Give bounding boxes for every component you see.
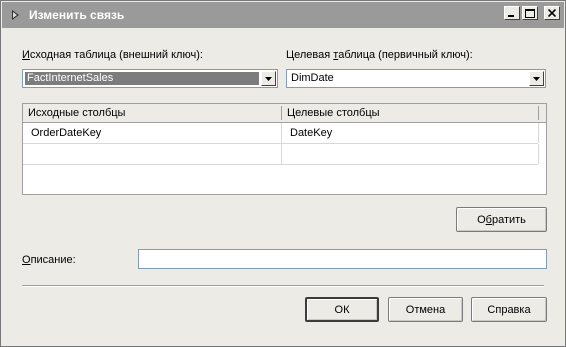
source-table-label: Исходная таблица (внешний ключ):	[22, 49, 203, 61]
reverse-button[interactable]: Об ратить	[456, 207, 547, 232]
target-table-combo[interactable]: DimDate	[286, 69, 546, 88]
source-column-cell[interactable]: OrderDateKey	[23, 123, 281, 143]
target-table-value: DimDate	[291, 72, 334, 84]
close-icon	[548, 9, 556, 17]
divider	[22, 285, 544, 287]
relationship-icon	[9, 8, 23, 22]
description-input[interactable]	[138, 249, 547, 269]
maximize-icon	[525, 8, 535, 18]
minimize-icon	[508, 15, 514, 17]
column-header-target[interactable]: Целевые столбцы	[282, 104, 538, 122]
minimize-button[interactable]	[504, 6, 520, 20]
cancel-button[interactable]: Отмена	[388, 297, 463, 322]
source-label-accesskey: И	[22, 49, 30, 61]
source-column-cell[interactable]	[23, 144, 281, 164]
target-label-pre: Целевая	[286, 49, 334, 61]
title-bar[interactable]: Изменить связь	[2, 2, 564, 28]
description-label: Описание:	[22, 254, 76, 266]
column-header-source[interactable]: Исходные столбцы	[23, 104, 281, 122]
table-row[interactable]: OrderDateKey DateKey	[23, 123, 539, 144]
reverse-label-post: ратить	[491, 213, 526, 226]
target-label-post: аблица (первичный ключ):	[338, 49, 473, 61]
description-label-text: писание:	[30, 254, 76, 266]
help-button[interactable]: Справка	[471, 297, 547, 322]
target-column-cell[interactable]	[282, 144, 538, 164]
source-table-combo[interactable]: FactInternetSales	[22, 69, 278, 88]
reverse-label-pre: О	[477, 213, 486, 226]
chevron-down-icon	[265, 76, 272, 81]
ok-button[interactable]: ОК	[305, 297, 379, 322]
target-dropdown-button[interactable]	[529, 71, 544, 86]
target-table-label: Целевая таблица (первичный ключ):	[286, 49, 473, 61]
source-table-value: FactInternetSales	[25, 72, 259, 85]
source-dropdown-button[interactable]	[261, 71, 276, 86]
window-title: Изменить связь	[29, 8, 125, 22]
table-row[interactable]	[23, 144, 539, 165]
source-label-text: сходная таблица (внешний ключ):	[29, 49, 203, 61]
chevron-down-icon	[533, 76, 540, 81]
close-button[interactable]	[544, 6, 560, 20]
description-label-accesskey: О	[22, 254, 31, 266]
columns-grid[interactable]: Исходные столбцы Целевые столбцы OrderDa…	[22, 103, 547, 195]
maximize-button[interactable]	[522, 6, 538, 20]
edit-relationship-dialog: Изменить связь Исходная таблица (внешний…	[0, 0, 566, 347]
grid-header: Исходные столбцы Целевые столбцы	[23, 104, 546, 123]
target-column-cell[interactable]: DateKey	[282, 123, 538, 143]
